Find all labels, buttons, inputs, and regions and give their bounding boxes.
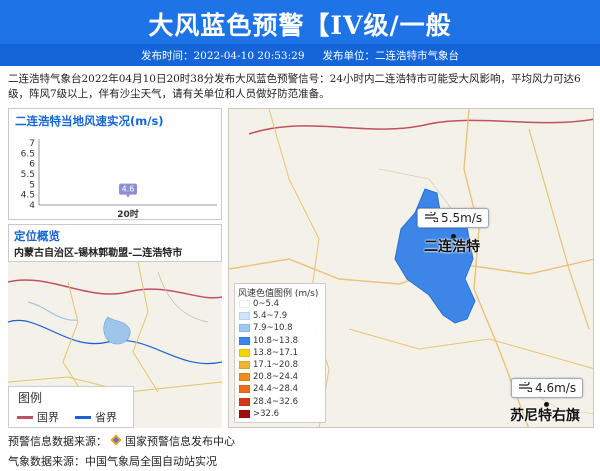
wind-legend-item: >32.6 (239, 409, 279, 419)
wind-legend-label: 28.4~32.6 (253, 396, 298, 407)
wind-legend-swatch (239, 409, 250, 418)
warning-center-logo-icon (110, 433, 122, 449)
station-name: 苏尼特右旗 (510, 408, 580, 424)
y-tick-label: 5 (29, 180, 35, 190)
wind-legend-item: 7.9~10.8 (239, 323, 293, 333)
weather-source-label: 气象数据来源：中国气象局全国自动站实况 (8, 455, 217, 468)
national-border-line-icon (17, 415, 33, 419)
wind-legend-item: 24.4~28.4 (239, 384, 298, 394)
wind-legend-swatch (239, 336, 250, 345)
wind-legend-swatch (239, 385, 250, 394)
wind-legend-label: 10.8~13.8 (253, 335, 298, 346)
y-tick-label: 5.5 (21, 170, 35, 180)
station-speed: 5.5m/s (441, 211, 483, 225)
publish-time: 发布时间：2022-04-10 20:53:29 (140, 49, 305, 62)
wind-legend-swatch (239, 373, 250, 382)
alert-source-org: 国家预警信息发布中心 (125, 435, 235, 448)
wind-legend-swatch (239, 300, 250, 308)
legend-item-national-border: 国界 (17, 409, 59, 425)
wind-legend-label: 20.8~24.4 (253, 372, 298, 383)
wind-legend-item: 28.4~32.6 (239, 397, 298, 407)
wind-speed-panel-title: 二连浩特当地风速实况(m/s) (15, 114, 164, 128)
y-tick-label: 4.5 (21, 191, 35, 201)
data-point-marker (126, 194, 130, 198)
wind-legend-swatch (239, 397, 250, 406)
station-speed-badge[interactable]: 5.5m/s (417, 208, 490, 228)
wind-legend-swatch (239, 348, 250, 357)
wind-legend-label: 13.8~17.1 (253, 347, 298, 358)
station-speed: 4.6m/s (535, 381, 577, 395)
alert-source-line: 预警信息数据来源： 国家预警信息发布中心 (8, 433, 235, 449)
legend-item-province-border: 省界 (75, 409, 117, 425)
wind-legend-label: 0~5.4 (253, 299, 280, 309)
alert-title: 大风蓝色预警【IV级/一般 (148, 11, 452, 40)
wind-legend-label: 7.9~10.8 (253, 323, 293, 334)
y-tick-label: 4 (29, 201, 35, 211)
wind-legend-swatch (239, 312, 250, 321)
wind-legend-item: 17.1~20.8 (239, 360, 298, 370)
alert-description: 二连浩特气象台2022年04月10日20时38分发布大风蓝色预警信号：24小时内… (8, 73, 581, 100)
wind-legend-item: 20.8~24.4 (239, 372, 298, 382)
alert-banner: 大风蓝色预警【IV级/一般 (0, 0, 600, 44)
y-tick-label: 6.5 (21, 149, 35, 159)
wind-legend-item: 10.8~13.8 (239, 336, 298, 346)
publisher: 发布单位：二连浩特市气象台 (322, 49, 460, 62)
y-tick-label: 7 (29, 139, 35, 149)
wind-icon (424, 210, 439, 225)
wind-legend-label: 24.4~28.4 (253, 384, 298, 395)
data-point-label: 4.6 (122, 185, 135, 194)
alert-source-label: 预警信息数据来源： (8, 435, 107, 448)
weather-source-line: 气象数据来源：中国气象局全国自动站实况 (8, 453, 217, 469)
location-panel-title: 定位概览 (14, 229, 60, 243)
location-panel: 定位概览 内蒙古自治区-锡林郭勒盟-二连浩特市 (8, 224, 222, 262)
wind-legend-label: >32.6 (253, 408, 280, 419)
station-name: 二连浩特 (424, 239, 480, 255)
wind-legend-item: 13.8~17.1 (239, 348, 298, 358)
overview-map-legend: 图例 国界 省界 (8, 386, 134, 428)
wind-legend-item: 5.4~7.9 (239, 311, 287, 321)
wind-legend-item: 0~5.4 (239, 299, 279, 309)
wind-legend-swatch (239, 324, 250, 333)
wind-legend-label: 5.4~7.9 (253, 311, 288, 322)
wind-legend-label: 17.1~20.8 (253, 360, 298, 370)
legend-item-label: 省界 (95, 411, 117, 424)
wind-icon (518, 380, 533, 395)
wind-legend-title: 风速色值图例 (m/s) (238, 289, 319, 299)
location-path: 内蒙古自治区-锡林郭勒盟-二连浩特市 (14, 248, 183, 259)
legend-item-label: 国界 (37, 411, 59, 424)
alert-meta-bar: 发布时间：2022-04-10 20:53:29 发布单位：二连浩特市气象台 (0, 44, 600, 66)
province-border-line-icon (75, 415, 91, 419)
x-tick-label: 20时 (117, 208, 139, 220)
y-tick-label: 6 (29, 160, 35, 170)
wind-speed-color-legend: 风速色值图例 (m/s) 0~5.4 5.4~7.9 7.9~10.8 10.8~13… (234, 283, 326, 423)
overview-legend-title: 图例 (18, 391, 43, 405)
wind-legend-swatch (239, 361, 250, 369)
wind-speed-panel: 4 4.5 5 5.5 6 6.5 7 20时 4.6 二连浩特当地风速实况(m/s) (8, 108, 222, 220)
station-speed-badge[interactable]: 4.6m/s (511, 378, 584, 398)
